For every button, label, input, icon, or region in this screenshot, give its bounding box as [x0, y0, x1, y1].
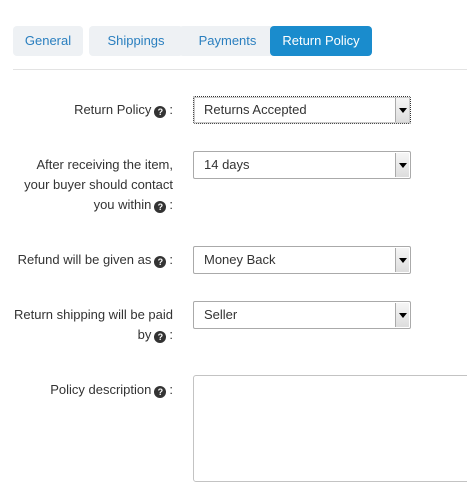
- question-circle-icon[interactable]: ?: [154, 331, 167, 343]
- return-policy-label: Return Policy?:: [74, 102, 173, 118]
- tab-payments[interactable]: Payments: [179, 26, 276, 56]
- return-shipping-select[interactable]: Seller: [193, 301, 411, 329]
- question-circle-icon[interactable]: ?: [154, 386, 167, 398]
- refund-select[interactable]: Money Back: [193, 246, 411, 274]
- return-policy-select[interactable]: Returns Accepted: [193, 96, 411, 124]
- triangle-down-icon: [395, 248, 409, 272]
- policy-description-label: Policy description?:: [50, 382, 173, 398]
- triangle-down-icon: [395, 303, 409, 327]
- contact-within-label: After receiving the item, your buyer sho…: [24, 157, 173, 213]
- triangle-down-icon: [395, 98, 409, 122]
- tab-general[interactable]: General: [13, 26, 83, 56]
- contact-within-value: 14 days: [204, 157, 250, 172]
- return-shipping-label: Return shipping will be paid by?:: [14, 307, 173, 343]
- policy-description-textarea[interactable]: [193, 375, 467, 482]
- tab-shippings[interactable]: Shippings: [89, 26, 183, 56]
- tab-bar: General Shippings Payments Return Policy: [13, 26, 467, 56]
- question-circle-icon[interactable]: ?: [154, 256, 167, 268]
- question-circle-icon[interactable]: ?: [154, 106, 167, 118]
- question-circle-icon[interactable]: ?: [154, 201, 167, 213]
- contact-within-select[interactable]: 14 days: [193, 151, 411, 179]
- return-shipping-value: Seller: [204, 307, 238, 322]
- refund-value: Money Back: [204, 252, 276, 267]
- refund-label: Refund will be given as?:: [17, 252, 173, 268]
- triangle-down-icon: [395, 153, 409, 177]
- tab-divider: [13, 69, 467, 70]
- tab-return-policy[interactable]: Return Policy: [270, 26, 372, 56]
- return-policy-value: Returns Accepted: [204, 102, 307, 117]
